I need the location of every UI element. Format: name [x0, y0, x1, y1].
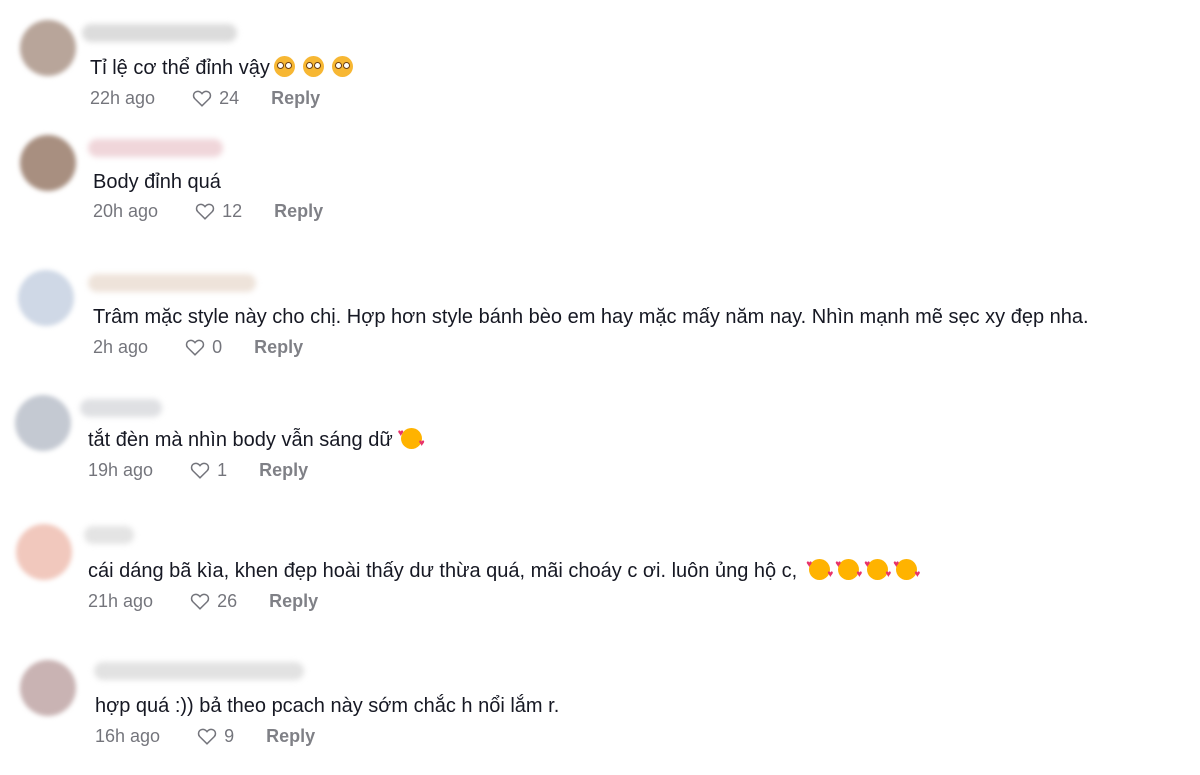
comment-item: tắt đèn mà nhìn body vẫn sáng dữ 19h ago… [0, 383, 1200, 503]
like-count: 12 [222, 201, 243, 221]
comment-item: Tỉ lệ cơ thể đỉnh vậy 22h ago 24 Reply [0, 10, 1200, 130]
username[interactable] [84, 526, 134, 544]
like-count: 1 [217, 460, 228, 480]
like-button[interactable]: 1 [189, 458, 227, 482]
comment-timestamp: 22h ago [90, 88, 156, 108]
comment-item: Body đỉnh quá 20h ago 12 Reply [0, 123, 1200, 243]
like-count: 0 [212, 337, 223, 357]
smiling-face-with-hearts-icon [893, 559, 920, 580]
comment-item: hợp quá :)) bả theo pcach này sớm chắc h… [0, 648, 1200, 768]
reply-button[interactable]: Reply [259, 458, 308, 482]
comment-timestamp: 16h ago [95, 726, 161, 746]
comment-meta: 2h ago 0 Reply [93, 335, 303, 359]
comment-timestamp: 2h ago [93, 337, 149, 357]
comment-timestamp: 21h ago [88, 591, 154, 611]
smiling-face-with-hearts-icon [835, 559, 862, 580]
comment-text: hợp quá :)) bả theo pcach này sớm chắc h… [95, 693, 559, 719]
comment-text-body: tắt đèn mà nhìn body vẫn sáng dữ [88, 429, 393, 451]
comment-meta: 20h ago 12 Reply [93, 199, 323, 223]
like-count: 26 [217, 591, 238, 611]
heart-icon [185, 339, 205, 356]
comment-text-body: Trâm mặc style này cho chị. Hợp hơn styl… [93, 306, 1089, 328]
avatar[interactable] [20, 20, 76, 76]
username[interactable] [88, 274, 256, 292]
flushed-face-icon [273, 56, 295, 77]
flushed-face-icon [331, 56, 353, 77]
username[interactable] [88, 139, 223, 157]
username[interactable] [94, 662, 304, 680]
comment-text: Tỉ lệ cơ thể đỉnh vậy [90, 55, 353, 81]
comment-timestamp: 20h ago [93, 201, 159, 221]
username[interactable] [82, 24, 237, 42]
comment-text: cái dáng bã kìa, khen đẹp hoài thấy dư t… [88, 558, 920, 584]
comment-text-body: cái dáng bã kìa, khen đẹp hoài thấy dư t… [88, 560, 798, 582]
avatar[interactable] [20, 660, 76, 716]
avatar[interactable] [20, 135, 76, 191]
comment-meta: 16h ago 9 Reply [95, 724, 315, 748]
like-button[interactable]: 26 [189, 589, 237, 613]
comment-meta: 22h ago 24 Reply [90, 86, 320, 110]
heart-icon [190, 593, 210, 610]
comment-item: Trâm mặc style này cho chị. Hợp hơn styl… [0, 258, 1200, 378]
like-button[interactable]: 12 [194, 199, 242, 223]
smiling-face-with-hearts-icon [398, 428, 425, 449]
reply-button[interactable]: Reply [271, 86, 320, 110]
comment-text: Trâm mặc style này cho chị. Hợp hơn styl… [93, 304, 1089, 330]
avatar[interactable] [15, 395, 71, 451]
comment-text-body: Tỉ lệ cơ thể đỉnh vậy [90, 57, 270, 79]
flushed-face-icon [302, 56, 324, 77]
like-button[interactable]: 24 [191, 86, 239, 110]
smiling-face-with-hearts-icon [864, 559, 891, 580]
like-count: 24 [219, 88, 240, 108]
reply-button[interactable]: Reply [266, 724, 315, 748]
avatar[interactable] [18, 270, 74, 326]
comment-text-body: Body đỉnh quá [93, 171, 221, 193]
comment-timestamp: 19h ago [88, 460, 154, 480]
heart-icon [190, 462, 210, 479]
comment-text: Body đỉnh quá [93, 169, 221, 195]
like-button[interactable]: 9 [196, 724, 234, 748]
reply-button[interactable]: Reply [274, 199, 323, 223]
comment-item: cái dáng bã kìa, khen đẹp hoài thấy dư t… [0, 512, 1200, 632]
reply-button[interactable]: Reply [269, 589, 318, 613]
username[interactable] [80, 399, 162, 417]
like-count: 9 [224, 726, 235, 746]
heart-icon [195, 203, 215, 220]
comment-text-body: hợp quá :)) bả theo pcach này sớm chắc h… [95, 695, 560, 717]
heart-icon [197, 728, 217, 745]
smiling-face-with-hearts-icon [806, 559, 833, 580]
comment-meta: 19h ago 1 Reply [88, 458, 308, 482]
heart-icon [192, 90, 212, 107]
reply-button[interactable]: Reply [254, 335, 303, 359]
avatar[interactable] [16, 524, 72, 580]
comment-meta: 21h ago 26 Reply [88, 589, 318, 613]
like-button[interactable]: 0 [184, 335, 222, 359]
comment-text: tắt đèn mà nhìn body vẫn sáng dữ [88, 427, 425, 453]
